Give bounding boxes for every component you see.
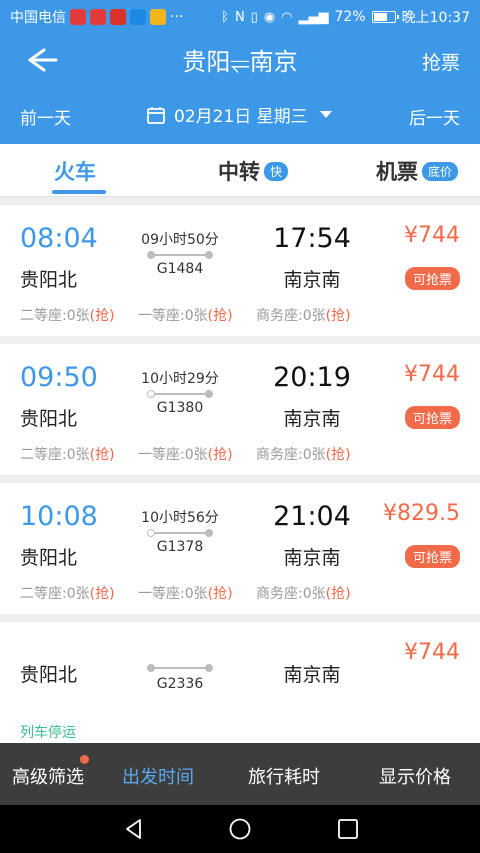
seat-business-class[interactable]: 商务座:0张(抢) [256,305,351,325]
date-picker[interactable]: 02月21日 星期三 [146,102,332,127]
departure-time: 08:04 [20,223,98,254]
nav-home-icon[interactable] [228,817,252,841]
vibrate-icon: ▯ [250,9,258,25]
notification-app-icon [130,9,146,25]
suspended-note: 列车停运 [20,725,76,741]
seat-second-class[interactable]: 二等座:0张(抢) [20,444,115,464]
train-number: G1380 [156,400,204,416]
tab-badge: 快 [264,161,289,181]
train-card[interactable]: 08:04 贵阳北 09小时50分 G1484 17:54 南京南 ¥744 可… [0,205,480,336]
tab-flight[interactable]: 机票 底价 [376,156,459,186]
bluetooth-icon: ᛒ [221,9,229,25]
eye-comfort-icon: ◉ [263,9,276,25]
seat-business-class[interactable]: 商务座:0张(抢) [256,444,351,464]
seat-second-class[interactable]: 二等座:0张(抢) [20,305,115,325]
notification-app-icon [70,9,86,25]
next-day-button[interactable]: 后一天 [409,104,460,129]
departure-station: 贵阳北 [20,408,78,430]
grab-available-badge: 可抢票 [404,267,460,290]
nfc-icon: N [234,9,245,25]
departure-time: 09:50 [20,362,98,393]
battery-percent: 72% [334,9,366,25]
mode-tabs: 火车 中转 快 机票 底价 [0,144,480,197]
route-line [147,529,213,537]
date-label: 02月21日 星期三 [174,107,308,127]
nav-recent-apps-icon[interactable] [336,817,360,841]
departure-station: 贵阳北 [20,547,78,569]
arrival-time: 20:19 [273,362,351,393]
arrival-station: 南京南 [283,269,341,291]
tab-badge: 底价 [422,161,459,181]
train-number: G2336 [156,676,204,692]
ticket-price: ¥829.5 [383,501,460,526]
arrival-station: 南京南 [283,547,341,569]
departure-station: 贵阳北 [20,664,78,686]
train-card[interactable]: 09:50 贵阳北 10小时29分 G1380 20:19 南京南 ¥744 可… [0,344,480,475]
advanced-filter-button[interactable]: 高级筛选 [12,763,84,789]
train-card[interactable]: 10:08 贵阳北 10小时56分 G1378 21:04 南京南 ¥829.5… [0,483,480,614]
wifi-icon: ◠ [281,9,293,25]
more-notifications-icon: ··· [170,9,184,25]
ticket-price: ¥744 [404,223,460,248]
carrier-label: 中国电信 [10,10,66,26]
notification-app-icon [150,9,166,25]
ticket-price: ¥744 [404,362,460,387]
seat-first-class[interactable]: 一等座:0张(抢) [138,444,233,464]
header: 贵阳⥫南京 抢票 前一天 02月21日 星期三 后一天 [0,34,480,144]
calendar-icon [147,106,165,124]
departure-station: 贵阳北 [20,269,78,291]
trip-duration: 09小时50分 [141,232,219,248]
route-title: 贵阳⥫南京 [182,48,298,76]
train-number: G1484 [156,261,204,277]
tab-label: 中转 [218,160,260,184]
trip-duration: 10小时29分 [141,371,219,387]
arrival-station: 南京南 [283,664,341,686]
clock: 晚上10:37 [401,10,470,26]
show-price-button[interactable]: 显示价格 [379,763,451,789]
arrival-time: 17:54 [273,223,351,254]
date-row: 前一天 02月21日 星期三 后一天 [0,100,480,130]
seat-first-class[interactable]: 一等座:0张(抢) [138,583,233,603]
seat-first-class[interactable]: 一等座:0张(抢) [138,305,233,325]
notification-app-icon [90,9,106,25]
status-bar: 中国电信 ··· ᛒ N ▯ ◉ ◠ ▂▄▆ 72% 晚上10:37 [0,0,480,34]
active-tab-indicator [52,190,106,194]
signal-icon: ▂▄▆ [298,9,329,25]
sort-departure-time-button[interactable]: 出发时间 [122,763,194,789]
seat-second-class[interactable]: 二等座:0张(抢) [20,583,115,603]
battery-fill [373,13,388,21]
route-line [147,251,213,259]
notification-app-icon [110,9,126,25]
notification-dot [80,755,89,764]
arrival-time: 21:04 [273,501,351,532]
tab-label: 火车 [54,160,96,184]
route-line [147,664,213,672]
arrival-station: 南京南 [283,408,341,430]
tab-label: 机票 [376,160,418,184]
nav-back-icon[interactable] [122,817,146,841]
battery-icon [371,11,399,23]
trip-duration: 10小时56分 [141,510,219,526]
system-nav-bar [0,805,480,853]
prev-day-button[interactable]: 前一天 [20,104,71,129]
tab-train[interactable]: 火车 [54,156,96,186]
train-number: G1378 [156,539,204,555]
seat-business-class[interactable]: 商务座:0张(抢) [256,583,351,603]
grab-ticket-button[interactable]: 抢票 [422,48,460,75]
sort-travel-time-button[interactable]: 旅行耗时 [248,763,320,789]
route-line [147,390,213,398]
train-card[interactable]: 贵阳北 G2336 南京南 ¥744 列车停运 [0,622,480,753]
filter-bar: 高级筛选 出发时间 旅行耗时 显示价格 [0,743,480,805]
grab-available-badge: 可抢票 [404,406,460,429]
departure-time: 10:08 [20,501,98,532]
grab-available-badge: 可抢票 [404,545,460,568]
tab-transfer[interactable]: 中转 快 [218,156,289,186]
ticket-price: ¥744 [404,640,460,665]
chevron-down-icon [319,111,332,118]
